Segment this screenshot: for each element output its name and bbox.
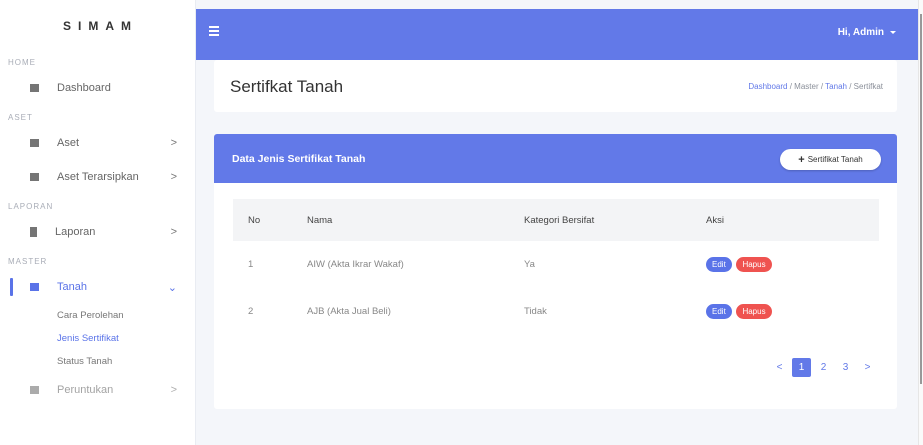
menu-icon[interactable]: [209, 26, 219, 38]
chevron-right-icon: >: [170, 171, 177, 183]
plus-icon: +: [798, 153, 805, 166]
table-header-row: No Nama Kategori Bersifat Aksi: [233, 199, 879, 241]
data-table: No Nama Kategori Bersifat Aksi 1 AIW (Ak…: [233, 199, 879, 335]
add-button-label: Sertifikat Tanah: [807, 155, 863, 164]
cell-kategori: Tidak: [524, 306, 547, 317]
edit-button[interactable]: Edit: [706, 304, 732, 319]
data-card: Data Jenis Sertifikat Tanah + Sertifikat…: [214, 134, 897, 409]
section-home: HOME: [8, 58, 36, 67]
sidebar-item-laporan[interactable]: Laporan >: [0, 215, 195, 249]
sidebar-item-aset[interactable]: Aset >: [0, 126, 195, 160]
sidebar-subitem-jenis-sertifikat[interactable]: Jenis Sertifikat: [0, 327, 195, 350]
cell-aksi: Edit Hapus: [706, 241, 879, 288]
cell-no: 1: [248, 259, 254, 270]
grid-icon: [30, 386, 39, 394]
column-header-kategori: Kategori Bersifat: [524, 214, 595, 226]
chevron-right-icon: >: [170, 226, 177, 238]
add-sertifikat-button[interactable]: + Sertifikat Tanah: [780, 149, 881, 170]
chevron-right-icon: >: [170, 384, 177, 396]
chevron-down-icon: ⌄: [167, 281, 177, 294]
page-title: Sertifkat Tanah: [230, 77, 344, 96]
sidebar-item-label: Tanah: [57, 281, 87, 293]
delete-button[interactable]: Hapus: [736, 304, 772, 319]
cell-kategori: Ya: [524, 259, 535, 270]
sidebar-item-label: Peruntukan: [57, 384, 114, 396]
section-laporan: LAPORAN: [8, 202, 54, 211]
brand-logo[interactable]: SIMAM: [0, 0, 195, 52]
card-header: Data Jenis Sertifikat Tanah + Sertifikat…: [214, 134, 897, 183]
user-greeting: Hi, Admin: [837, 27, 884, 38]
pagination-prev-button[interactable]: <: [770, 358, 789, 377]
sidebar-item-label: Dashboard: [57, 82, 111, 94]
card-title: Data Jenis Sertifikat Tanah: [232, 153, 366, 165]
column-header-no: No: [248, 214, 261, 226]
folder-icon: [30, 139, 39, 147]
sidebar-item-dashboard[interactable]: Dashboard: [0, 71, 195, 105]
archive-icon: [30, 173, 39, 181]
section-aset: ASET: [8, 113, 33, 122]
sidebar-subitem-cara-perolehan[interactable]: Cara Perolehan: [0, 304, 195, 327]
cell-nama: AJB (Akta Jual Beli): [307, 306, 391, 317]
edit-button[interactable]: Edit: [706, 257, 732, 272]
breadcrumb-master: Master: [794, 82, 819, 91]
pagination-page-2[interactable]: 2: [814, 358, 833, 377]
sidebar: SIMAM HOME Dashboard ASET Aset > Aset Te…: [0, 0, 196, 445]
user-menu[interactable]: Hi, Admin: [838, 27, 896, 38]
scrollbar-thumb[interactable]: [920, 14, 922, 384]
pagination-page-3[interactable]: 3: [836, 358, 855, 377]
sidebar-item-tanah[interactable]: Tanah ⌄: [0, 270, 195, 304]
sidebar-item-label: Aset Terarsipkan: [57, 171, 139, 183]
cell-no: 2: [248, 306, 254, 317]
pagination-next-button[interactable]: >: [858, 358, 877, 377]
column-header-nama: Nama: [307, 214, 333, 226]
flag-icon: [30, 283, 39, 291]
breadcrumb-tanah[interactable]: Tanah: [825, 82, 847, 91]
table-row: 1 AIW (Akta Ikrar Wakaf) Ya Edit Hapus: [233, 241, 879, 288]
sidebar-item-aset-terarsipkan[interactable]: Aset Terarsipkan >: [0, 160, 195, 194]
sidebar-subitem-status-tanah[interactable]: Status Tanah: [0, 350, 195, 373]
cell-nama: AIW (Akta Ikrar Wakaf): [307, 259, 404, 270]
file-icon: [30, 227, 37, 237]
breadcrumb-dashboard[interactable]: Dashboard: [748, 82, 787, 91]
page-header-card: Sertifkat Tanah Dashboard / Master / Tan…: [214, 60, 897, 112]
sidebar-item-label: Aset: [57, 137, 80, 149]
section-master: MASTER: [8, 257, 48, 266]
sidebar-item-next[interactable]: Peruntukan >: [0, 373, 195, 407]
table-row: 2 AJB (Akta Jual Beli) Tidak Edit Hapus: [233, 288, 879, 335]
cell-aksi: Edit Hapus: [706, 288, 879, 335]
delete-button[interactable]: Hapus: [736, 257, 772, 272]
chevron-right-icon: >: [170, 137, 177, 149]
vertical-scrollbar[interactable]: [918, 0, 923, 445]
breadcrumb: Dashboard / Master / Tanah / Sertifkat: [748, 82, 883, 91]
column-header-aksi: Aksi: [706, 214, 724, 226]
pagination-page-1[interactable]: 1: [792, 358, 811, 377]
sidebar-item-label: Laporan: [55, 226, 96, 238]
grid-icon: [30, 84, 39, 92]
topbar: Hi, Admin: [196, 9, 918, 60]
breadcrumb-current: Sertifkat: [853, 82, 883, 91]
caret-down-icon: [890, 31, 896, 34]
pagination: < 1 2 3 >: [767, 358, 877, 377]
